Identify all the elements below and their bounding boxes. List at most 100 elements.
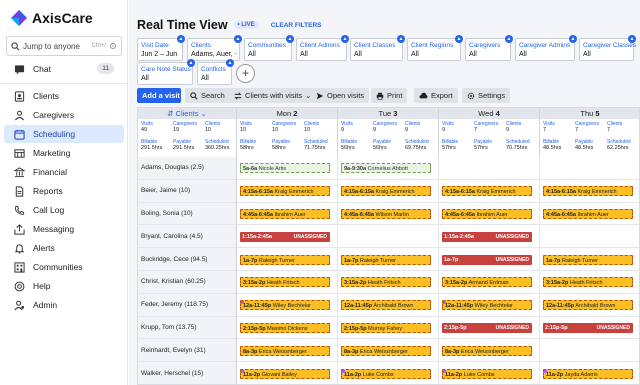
client-row-name[interactable]: Buckridge, Cece (94.5) [138,248,237,271]
nav-clients[interactable]: Clients [4,87,124,105]
schedule-cell[interactable]: 2:15p-5p Maximo Dickens [237,316,338,340]
visit-block[interactable]: 12a-11:45p Wiley Bechtelar [442,300,532,311]
schedule-cell[interactable]: 4:45a-6:45a Ibrahim Auer [237,202,338,226]
schedule-cell[interactable]: 4:45a-6:45a Wilson Martin [338,202,439,226]
filter-pin-icon[interactable]: ▲ [234,35,242,43]
visit-block[interactable]: 12a-11:45p Wiley Bechtelar [240,300,330,311]
schedule-cell[interactable]: 2:15p-5p UNASSIGNED [439,316,540,340]
visit-block[interactable]: 8a-3p Erica Weissnberger [442,345,532,356]
client-row-name[interactable]: Boling, Sonia (10) [138,202,237,226]
day-header-wed[interactable]: Wed 4 [439,108,540,119]
schedule-cell[interactable]: 11a-2p Luke Combs [338,362,439,384]
schedule-cell[interactable]: 12a-11:45p Archibald Brown [338,293,439,317]
clear-filters-link[interactable]: CLEAR FILTERS [271,22,322,29]
visit-block[interactable]: 8a-3p Erica Weissnberger [341,345,431,356]
visit-block[interactable]: 12a-11:45p Archibald Brown [543,300,633,311]
visit-block[interactable]: 8a-3p Erica Weissnberger [240,345,330,356]
nav-call-log[interactable]: Call Log [4,201,124,219]
visit-block[interactable]: 4:15a-6:15a Kraig Emmerich [543,186,633,197]
nav-financial[interactable]: Financial [4,163,124,181]
schedule-cell[interactable]: 4:45a-6:45a Ibrahim Auer [439,202,540,226]
filter-pin-icon[interactable]: ▲ [226,59,234,67]
visit-block[interactable]: 3:15a-2p Heath Fritsch [341,277,431,288]
schedule-cell[interactable]: 4:15a-6:15a Kraig Emmerich [338,179,439,203]
visit-block[interactable]: 2:15p-5p Maximo Dickens [240,322,330,333]
filter-pin-icon[interactable]: ▲ [569,35,577,43]
nav-messaging[interactable]: Messaging [4,220,124,238]
visit-block[interactable]: 4:45a-6:45a Ibrahim Auer [543,208,633,219]
schedule-cell[interactable]: 1a-7p Raleigh Turner [540,248,639,271]
nav-alerts[interactable]: Alerts [4,239,124,257]
unassigned-visit[interactable]: 1:15a-2:45a UNASSIGNED [442,231,532,242]
schedule-cell[interactable]: 11a-2p Luke Combs [439,362,540,384]
schedule-cell[interactable]: 8a-3p Erica Weissnberger [439,339,540,363]
visit-block[interactable]: 11a-2p Luke Combs [442,368,532,379]
schedule-cell[interactable]: 12a-11:45p Wiley Bechtelar [439,293,540,317]
visit-block[interactable]: 3:15a-2p Armand Erdman [442,277,532,288]
visit-block[interactable]: 4:45a-6:45a Ibrahim Auer [442,208,532,219]
client-row-name[interactable]: Christ, Kristian (60.25) [138,271,237,294]
nav-caregivers[interactable]: Caregivers [4,106,124,124]
filter-client-classes[interactable]: Client Classes All ▲ [350,35,405,61]
filter-caregivers[interactable]: Caregivers All ▲ [465,35,513,61]
clients-column-header[interactable]: ⇵ Clients ⌄ [138,108,237,119]
schedule-cell[interactable]: 9a-9:30a Cornelius Abbott [338,157,439,180]
visit-block[interactable]: 4:15a-6:15a Kraig Emmerich [341,186,431,197]
visit-block[interactable]: 12a-11:45p Archibald Brown [341,300,431,311]
settings-gear-icon[interactable] [109,42,117,50]
add-filter-button[interactable]: + [236,64,255,83]
search-button[interactable]: Search [185,88,230,103]
nav-marketing[interactable]: Marketing [4,144,124,162]
visit-block[interactable]: 4:45a-6:45a Wilson Martin [341,208,431,219]
visit-block[interactable]: 3:15a-2p Heath Fritsch [543,277,633,288]
schedule-cell[interactable] [338,225,439,249]
schedule-cell[interactable] [439,157,540,180]
nav-admin[interactable]: Admin [4,296,124,314]
filter-client-regions[interactable]: Client Regions All ▲ [407,35,463,61]
schedule-cell[interactable] [540,225,639,249]
nav-reports[interactable]: Reports [4,182,124,200]
filter-pin-icon[interactable]: ▲ [455,35,463,43]
visit-block[interactable]: 11a-2p Jayda Adams [543,368,633,379]
schedule-cell[interactable]: 1a-7p Raleigh Turner [338,248,439,271]
schedule-cell[interactable]: 4:15a-6:15a Kraig Emmerich [439,179,540,203]
filter-care-note-status[interactable]: Care Note Status All ▲ [137,59,195,85]
schedule-cell[interactable]: 3:15a-2p Heath Fritsch [540,271,639,294]
schedule-cell[interactable]: 5a-6a Nicole Artis [237,157,338,180]
schedule-cell[interactable]: 1a-7p UNASSIGNED [439,248,540,271]
day-header-tue[interactable]: Tue 3 [338,108,439,119]
filter-pin-icon[interactable]: ▲ [505,35,513,43]
visit-block[interactable]: 4:45a-6:45a Ibrahim Auer [240,208,330,219]
filter-pin-icon[interactable]: ▲ [286,35,294,43]
open-visits-button[interactable]: Open visits [311,88,370,103]
filter-visit-date[interactable]: Visit Date Jun 2 – Jun 8 ▲ [137,35,185,61]
schedule-cell[interactable]: 4:15a-6:15a Kraig Emmerich [540,180,639,203]
filter-pin-icon[interactable]: ▲ [628,35,636,43]
export-button[interactable]: Export [414,88,458,103]
filter-pin-icon[interactable]: ▲ [177,35,185,43]
filter-communities[interactable]: Communities All ▲ [244,35,294,61]
nav-help[interactable]: Help [4,277,124,295]
visit-block[interactable]: 11a-2p Luke Combs [341,368,431,379]
schedule-cell[interactable]: 12a-11:45p Wiley Bechtelar [237,293,338,317]
schedule-cell[interactable]: 1:15a-2:45a UNASSIGNED [237,225,338,249]
visit-block[interactable]: 3:15a-2p Heath Fritsch [240,277,330,288]
visit-block[interactable]: 4:15a-6:15a Kraig Emmerich [240,186,330,197]
client-row-name[interactable]: Feder, Jeremy (118.75) [138,293,237,317]
schedule-cell[interactable]: 2:15p-5p UNASSIGNED [540,317,639,340]
filter-caregiver-admins[interactable]: Caregiver Admins All ▲ [515,35,577,61]
schedule-cell[interactable]: 8a-3p Erica Weissnberger [237,339,338,363]
client-row-name[interactable]: Bryant, Carolina (4.5) [138,225,237,249]
schedule-cell[interactable]: 1:15a-2:45a UNASSIGNED [439,225,540,249]
filter-caregiver-classes[interactable]: Caregiver Classes All ▲ [579,35,636,61]
schedule-cell[interactable] [540,157,639,180]
schedule-cell[interactable]: 4:45a-6:45a Ibrahim Auer [540,203,639,226]
filter-pin-icon[interactable]: ▲ [397,35,405,43]
filter-pin-icon[interactable]: ▲ [187,59,195,67]
schedule-cell[interactable]: 8a-3p Erica Weissnberger [338,339,439,363]
day-header-mon[interactable]: Mon 2 [237,108,338,119]
schedule-cell[interactable]: 3:15a-2p Heath Fritsch [237,271,338,294]
visit-block[interactable]: 2:15p-5p Murray Fahey [341,322,431,333]
visit-block[interactable]: 1a-7p Raleigh Turner [341,254,431,265]
unassigned-visit[interactable]: 2:15p-5p UNASSIGNED [442,322,532,333]
